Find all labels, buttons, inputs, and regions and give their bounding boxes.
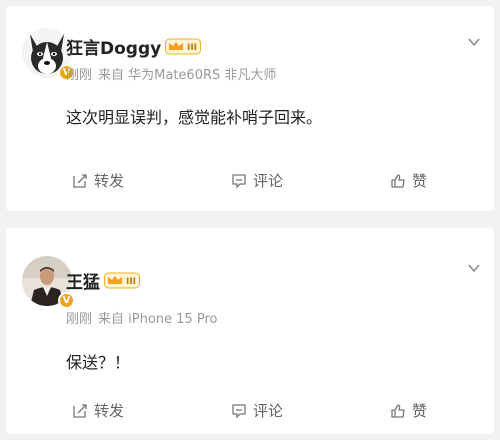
action-bar: 转发 评论 赞 — [6, 400, 494, 424]
chevron-down-icon[interactable] — [468, 36, 480, 48]
comment-icon — [232, 173, 246, 189]
repost-label: 转发 — [94, 172, 125, 190]
action-bar: 转发 评论 赞 — [6, 170, 494, 194]
post-content: 保送？！ — [66, 353, 131, 372]
like-button[interactable]: 赞 — [390, 400, 427, 421]
repost-button[interactable]: 转发 — [72, 400, 124, 421]
post-meta: 刚刚 来自 iPhone 15 Pro — [66, 308, 223, 327]
username[interactable]: 王猛 — [66, 268, 100, 293]
repost-label: 转发 — [94, 402, 125, 420]
member-crown-icon[interactable]: III — [165, 38, 202, 55]
like-label: 赞 — [412, 402, 428, 420]
post-card: V 狂言Doggy III 刚刚 来自 华为Mate60RS 非凡大师 这次明显误… — [6, 6, 494, 211]
post-source[interactable]: 来自 iPhone 15 Pro — [98, 312, 217, 327]
post-source[interactable]: 来自 华为Mate60RS 非凡大师 — [98, 68, 276, 83]
level-label: III — [126, 277, 136, 287]
repost-icon — [73, 173, 87, 188]
member-crown-icon[interactable]: III — [104, 272, 140, 289]
avatar[interactable]: V — [22, 28, 75, 81]
repost-button[interactable]: 转发 — [72, 170, 124, 191]
thumbs-up-icon — [391, 403, 405, 418]
username[interactable]: 狂言Doggy — [66, 34, 161, 59]
verified-badge: V — [58, 292, 75, 309]
comment-button[interactable]: 评论 — [231, 400, 283, 421]
comment-button[interactable]: 评论 — [231, 170, 283, 191]
post-time: 刚刚 — [66, 312, 93, 327]
thumbs-up-icon — [391, 173, 405, 188]
level-label: III — [187, 43, 197, 53]
like-button[interactable]: 赞 — [390, 170, 427, 191]
chevron-down-icon[interactable] — [468, 262, 480, 274]
comment-label: 评论 — [253, 402, 284, 420]
avatar[interactable]: V — [22, 256, 75, 309]
comment-label: 评论 — [253, 172, 284, 190]
comment-icon — [232, 403, 246, 419]
post-card: V 王猛 III 刚刚 来自 iPhone 15 Pro 保送？！ 转发 评论 … — [6, 228, 494, 434]
post-meta: 刚刚 来自 华为Mate60RS 非凡大师 — [66, 64, 282, 83]
post-content: 这次明显误判，感觉能补哨子回来。 — [66, 108, 323, 127]
post-time: 刚刚 — [66, 68, 93, 83]
like-label: 赞 — [412, 172, 428, 190]
repost-icon — [73, 403, 87, 418]
